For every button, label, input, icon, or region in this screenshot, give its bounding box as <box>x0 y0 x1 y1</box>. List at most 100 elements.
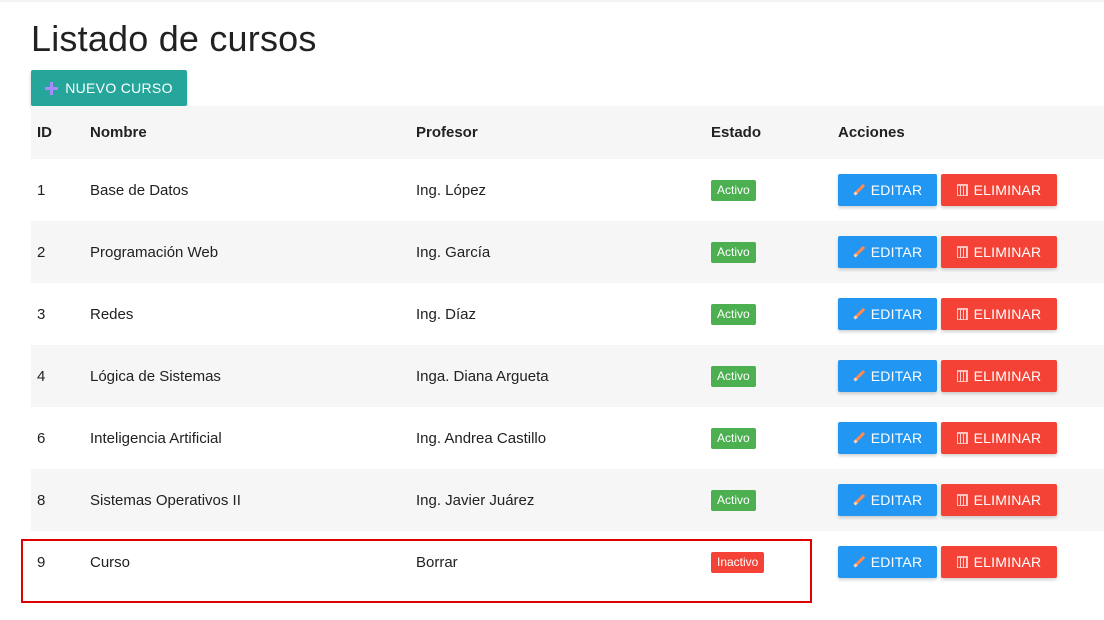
header-actions: Acciones <box>838 124 905 141</box>
delete-button[interactable]: ELIMINAR <box>941 298 1057 330</box>
cell-status: Activo <box>711 407 756 469</box>
trash-icon <box>956 432 968 444</box>
cell-id: 2 <box>37 243 46 261</box>
edit-button[interactable]: EDITAR <box>838 236 937 268</box>
cell-id: 6 <box>37 429 46 447</box>
cell-actions: EDITAR ELIMINAR <box>838 345 1057 407</box>
edit-button[interactable]: EDITAR <box>838 174 937 206</box>
delete-button[interactable]: ELIMINAR <box>941 360 1057 392</box>
pencil-icon <box>853 308 865 320</box>
cell-status: Inactivo <box>711 531 765 593</box>
pencil-icon <box>853 246 865 258</box>
cell-actions: EDITAR ELIMINAR <box>838 531 1057 593</box>
cell-name: Programación Web <box>90 243 219 261</box>
edit-button[interactable]: EDITAR <box>838 422 937 454</box>
cell-name: Sistemas Operativos II <box>90 491 241 509</box>
cell-professor: Ing. Díaz <box>416 305 477 323</box>
header-name: Nombre <box>90 124 147 141</box>
edit-label: EDITAR <box>870 182 923 198</box>
edit-label: EDITAR <box>870 244 923 260</box>
trash-icon <box>956 184 968 196</box>
delete-label: ELIMINAR <box>973 492 1042 508</box>
cell-status: Activo <box>711 345 756 407</box>
cell-id: 1 <box>37 181 46 199</box>
cell-id: 8 <box>37 491 46 509</box>
edit-label: EDITAR <box>870 306 923 322</box>
table-row: 8 Sistemas Operativos II Ing. Javier Juáre… <box>31 469 1104 531</box>
cell-professor: Borrar <box>416 553 458 571</box>
new-course-label: NUEVO CURSO <box>65 80 173 96</box>
cell-actions: EDITAR ELIMINAR <box>838 221 1057 283</box>
pencil-icon <box>853 184 865 196</box>
table-header: ID Nombre Profesor Estado Acciones <box>31 106 1104 159</box>
pencil-icon <box>853 432 865 444</box>
status-badge: Activo <box>711 365 756 387</box>
delete-button[interactable]: ELIMINAR <box>941 236 1057 268</box>
page-title: Listado de cursos <box>31 18 317 59</box>
pencil-icon <box>853 556 865 568</box>
cell-professor: Inga. Diana Argueta <box>416 367 549 385</box>
table-row: 1 Base de Datos Ing. López Activo EDITAR ELIM… <box>31 159 1104 221</box>
cell-name: Curso <box>90 553 131 571</box>
cell-id: 4 <box>37 367 46 385</box>
plus-icon <box>45 81 59 95</box>
cell-status: Activo <box>711 221 756 283</box>
cell-actions: EDITAR ELIMINAR <box>838 159 1057 221</box>
cell-professor: Ing. Javier Juárez <box>416 491 535 509</box>
edit-label: EDITAR <box>870 554 923 570</box>
cell-actions: EDITAR ELIMINAR <box>838 407 1057 469</box>
cell-id: 3 <box>37 305 46 323</box>
table-row: 6 Inteligencia Artificial Ing. Andrea Cast… <box>31 407 1104 469</box>
delete-button[interactable]: ELIMINAR <box>941 422 1057 454</box>
delete-button[interactable]: ELIMINAR <box>941 484 1057 516</box>
top-divider <box>0 0 1104 2</box>
delete-label: ELIMINAR <box>973 368 1042 384</box>
trash-icon <box>956 308 968 320</box>
edit-label: EDITAR <box>870 430 923 446</box>
delete-label: ELIMINAR <box>973 182 1042 198</box>
edit-button[interactable]: EDITAR <box>838 360 937 392</box>
delete-label: ELIMINAR <box>973 430 1042 446</box>
courses-table: ID Nombre Profesor Estado Acciones 1 Base… <box>31 106 1104 593</box>
delete-label: ELIMINAR <box>973 306 1042 322</box>
cell-name: Inteligencia Artificial <box>90 429 222 447</box>
cell-professor: Ing. García <box>416 243 491 261</box>
delete-button[interactable]: ELIMINAR <box>941 174 1057 206</box>
edit-label: EDITAR <box>870 368 923 384</box>
trash-icon <box>956 494 968 506</box>
delete-button[interactable]: ELIMINAR <box>941 546 1057 578</box>
table-row: 4 Lógica de Sistemas Inga. Diana Argueta Ac… <box>31 345 1104 407</box>
cell-status: Activo <box>711 469 756 531</box>
pencil-icon <box>853 494 865 506</box>
status-badge: Activo <box>711 489 756 511</box>
pencil-icon <box>853 370 865 382</box>
table-row: 3 Redes Ing. Díaz Activo EDITAR ELIMINAR <box>31 283 1104 345</box>
edit-button[interactable]: EDITAR <box>838 298 937 330</box>
cell-status: Activo <box>711 283 756 345</box>
header-professor: Profesor <box>416 124 478 141</box>
delete-label: ELIMINAR <box>973 554 1042 570</box>
edit-button[interactable]: EDITAR <box>838 484 937 516</box>
new-course-button[interactable]: NUEVO CURSO <box>31 70 187 106</box>
cell-id: 9 <box>37 553 46 571</box>
status-badge: Activo <box>711 427 756 449</box>
edit-button[interactable]: EDITAR <box>838 546 937 578</box>
cell-actions: EDITAR ELIMINAR <box>838 469 1057 531</box>
status-badge: Activo <box>711 303 756 325</box>
cell-name: Lógica de Sistemas <box>90 367 221 385</box>
delete-label: ELIMINAR <box>973 244 1042 260</box>
table-row: 9 Curso Borrar Inactivo EDITAR ELIMINAR <box>31 531 1104 593</box>
table-body: 1 Base de Datos Ing. López Activo EDITAR ELIM… <box>31 159 1104 593</box>
cell-professor: Ing. Andrea Castillo <box>416 429 547 447</box>
trash-icon <box>956 556 968 568</box>
status-badge: Activo <box>711 241 756 263</box>
cell-name: Redes <box>90 305 134 323</box>
cell-name: Base de Datos <box>90 181 189 199</box>
header-id: ID <box>37 124 52 141</box>
trash-icon <box>956 246 968 258</box>
table-row: 2 Programación Web Ing. García Activo EDITAR… <box>31 221 1104 283</box>
status-badge: Inactivo <box>711 551 765 573</box>
trash-icon <box>956 370 968 382</box>
header-status: Estado <box>711 124 762 141</box>
status-badge: Activo <box>711 179 756 201</box>
